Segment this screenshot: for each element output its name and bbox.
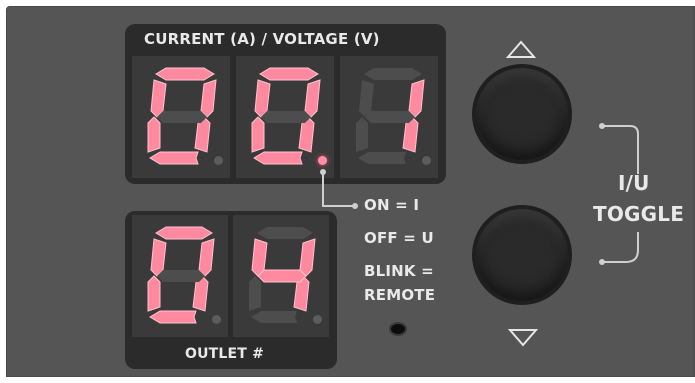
legend-remote: REMOTE	[364, 286, 436, 304]
legend-on: ON = I	[364, 196, 420, 214]
down-triangle-icon	[507, 329, 539, 347]
up-button[interactable]	[476, 68, 568, 160]
toggle-label-iu: I/U	[618, 171, 650, 195]
legend-off: OFF = U	[364, 229, 434, 247]
legend-blink: BLINK =	[364, 262, 434, 280]
decimal-indicator-line	[320, 123, 639, 265]
remote-led-indicator	[391, 324, 405, 334]
toggle-label-toggle: TOGGLE	[593, 202, 685, 226]
down-button[interactable]	[476, 209, 568, 301]
power-control-panel: CURRENT (A) / VOLTAGE (V) OUTLET # ON = …	[6, 6, 695, 377]
up-triangle-icon	[505, 40, 537, 58]
